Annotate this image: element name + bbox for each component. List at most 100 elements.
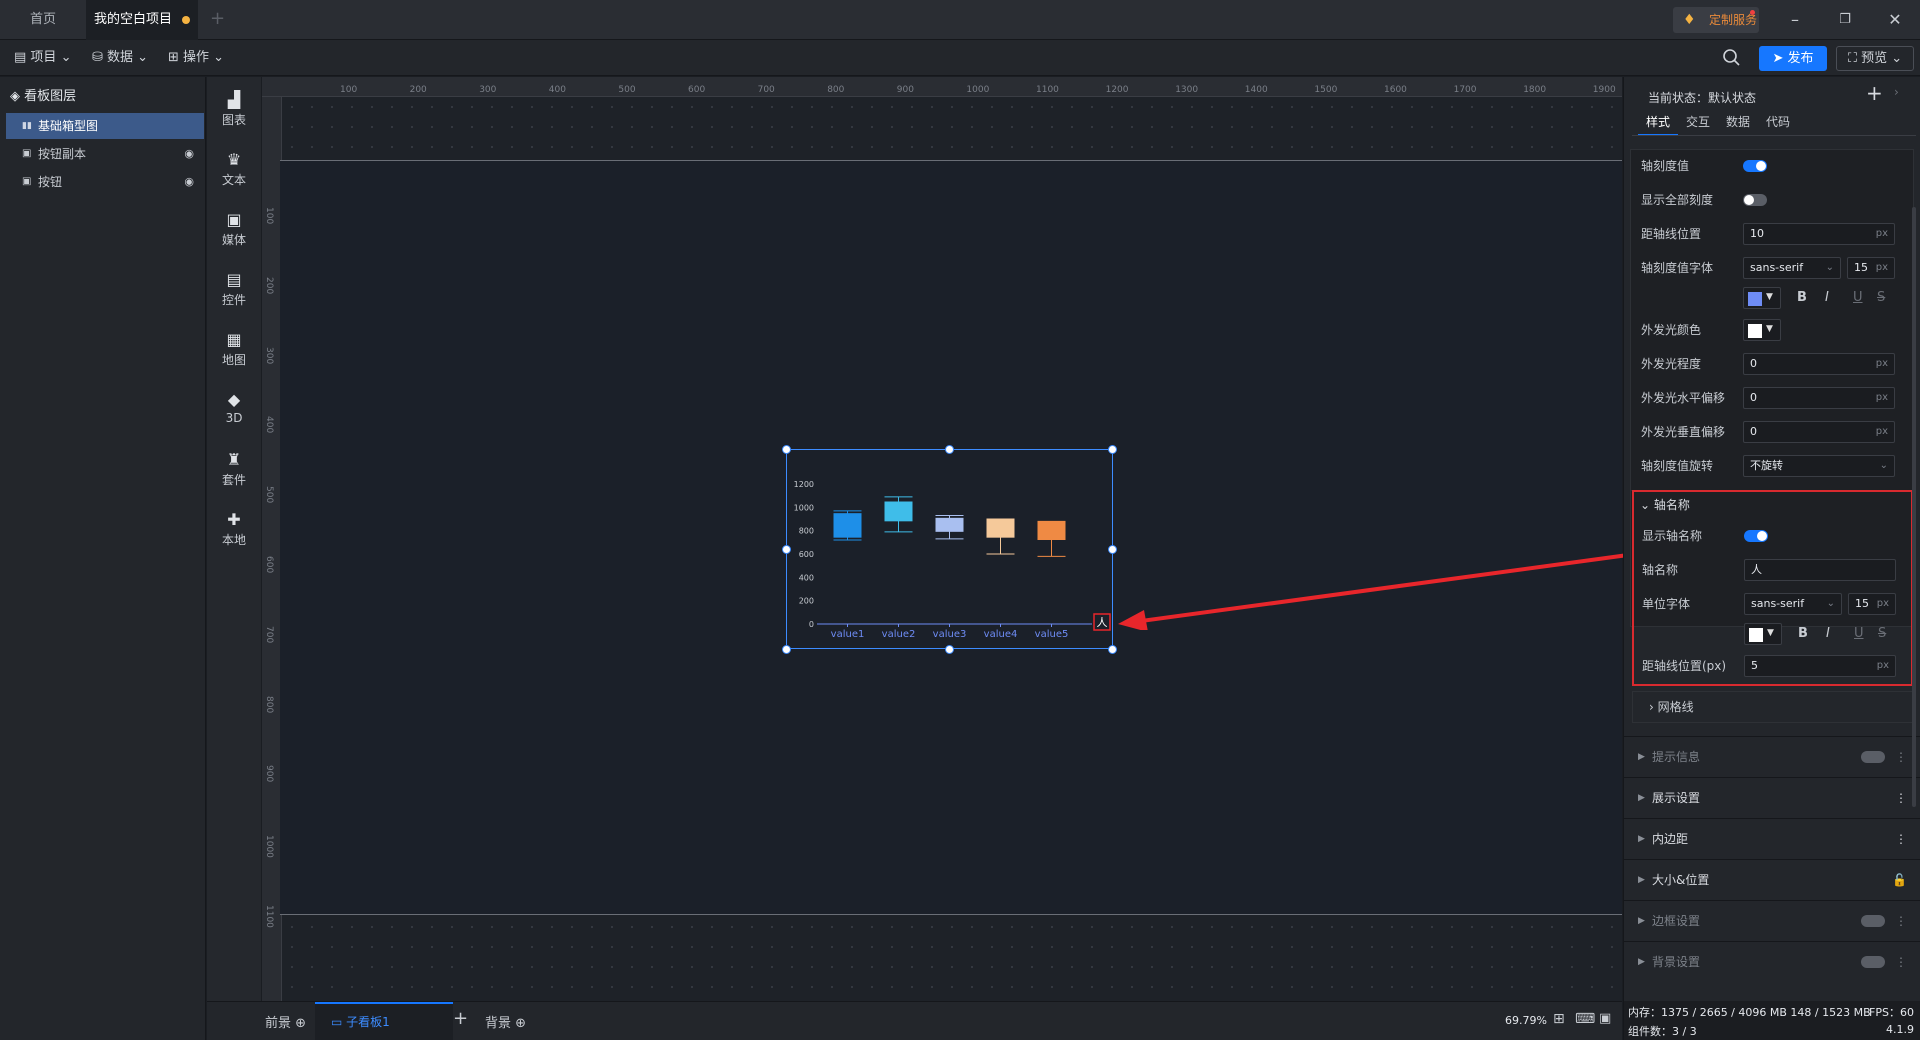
strikethrough-button[interactable]: S	[1877, 286, 1885, 310]
chevron-right-icon[interactable]: ›	[1894, 85, 1899, 99]
section-border[interactable]: ▶ 边框设置 ⋮	[1624, 900, 1920, 940]
eye-hidden-icon[interactable]: ◉	[184, 169, 194, 195]
glow-v-input[interactable]: 0 px	[1743, 421, 1895, 443]
menu-project[interactable]: ▤ 项目 ⌄	[14, 40, 71, 76]
preview-button[interactable]: ⛶ 预览 ⌄	[1836, 46, 1914, 71]
more-icon[interactable]: ⋮	[1895, 819, 1907, 859]
tab-code[interactable]: 代码	[1758, 110, 1798, 136]
axis-distance-input[interactable]: 10 px	[1743, 223, 1895, 245]
show-all-ticks-toggle[interactable]	[1743, 194, 1767, 206]
layer-item-button-copy[interactable]: ▣ 按钮副本 ◉	[6, 141, 204, 167]
underline-button[interactable]: U	[1854, 622, 1864, 646]
comp-chart[interactable]: ▟ 图表	[207, 89, 261, 139]
section-size-position[interactable]: ▶ 大小&位置 🔓	[1624, 859, 1920, 899]
add-tab-icon[interactable]: +	[210, 8, 225, 29]
unit-color-picker[interactable]: ▼	[1744, 623, 1782, 645]
resize-handle-b[interactable]	[945, 645, 954, 654]
border-toggle[interactable]	[1861, 915, 1885, 927]
resize-handle-bl[interactable]	[782, 645, 791, 654]
section-display[interactable]: ▶ 展示设置 ⋮	[1624, 777, 1920, 817]
section-tooltip[interactable]: ▶ 提示信息 ⋮	[1624, 736, 1920, 776]
show-axis-name-toggle[interactable]	[1744, 530, 1768, 542]
unit-font-size-input[interactable]: 15 px	[1848, 593, 1896, 615]
bold-button[interactable]: B	[1797, 286, 1807, 310]
lock-icon[interactable]: 🔓	[1892, 860, 1907, 900]
comp-media[interactable]: ▣ 媒体	[207, 209, 261, 259]
section-controls: ⋮	[1861, 942, 1907, 982]
tab-project[interactable]: 我的空白项目	[86, 0, 198, 40]
layers-title-text: 看板图层	[24, 89, 77, 104]
resize-handle-t[interactable]	[945, 445, 954, 454]
comp-local[interactable]: ✚ 本地	[207, 509, 261, 559]
y-tick-label: 1000	[794, 503, 814, 512]
tab-interaction[interactable]: 交互	[1678, 110, 1718, 136]
add-circle-icon[interactable]: ⊕	[295, 1016, 306, 1031]
close-icon[interactable]: ✕	[1870, 0, 1920, 40]
tab-data[interactable]: 数据	[1718, 110, 1758, 136]
tick-value-toggle[interactable]	[1743, 160, 1767, 172]
terminal-icon[interactable]: ▣	[1599, 1011, 1611, 1026]
comp-map[interactable]: ▦ 地图	[207, 329, 261, 379]
tab-style[interactable]: 样式	[1638, 110, 1678, 136]
background-tab[interactable]: 背景 ⊕	[485, 1012, 526, 1031]
tick-font-select[interactable]: sans-serif ⌄	[1743, 257, 1841, 279]
more-icon[interactable]: ⋮	[1895, 914, 1907, 928]
keyboard-icon[interactable]: ⌨	[1575, 1011, 1595, 1027]
bold-button[interactable]: B	[1798, 622, 1808, 646]
custom-service-button[interactable]: ♦ 定制服务	[1673, 7, 1759, 33]
add-board-icon[interactable]: +	[453, 1008, 468, 1029]
tooltip-toggle[interactable]	[1861, 751, 1885, 763]
resize-handle-br[interactable]	[1108, 645, 1117, 654]
more-icon[interactable]: ⋮	[1895, 778, 1907, 818]
minimize-icon[interactable]: –	[1770, 0, 1820, 40]
gridline-section[interactable]: › 网格线	[1632, 691, 1913, 723]
button-icon: ▣	[22, 148, 32, 159]
value: 人	[1751, 563, 1762, 576]
resize-handle-tl[interactable]	[782, 445, 791, 454]
eye-hidden-icon[interactable]: ◉	[184, 141, 194, 167]
zoom-level[interactable]: 69.79%	[1505, 1014, 1547, 1027]
axis-name-header[interactable]: ⌄ 轴名称	[1640, 496, 1690, 513]
layer-item-button[interactable]: ▣ 按钮 ◉	[6, 169, 204, 195]
tab-home[interactable]: 首页	[0, 0, 86, 40]
comp-suite[interactable]: ♜ 套件	[207, 449, 261, 499]
tick-font-size-input[interactable]: 15 px	[1847, 257, 1895, 279]
publish-button[interactable]: ➤ 发布	[1759, 46, 1827, 71]
restore-icon[interactable]: ❐	[1820, 0, 1870, 40]
tick-color-picker[interactable]: ▼	[1743, 287, 1781, 309]
italic-button[interactable]: I	[1825, 286, 1829, 310]
menu-operation[interactable]: ⊞ 操作 ⌄	[168, 40, 224, 76]
add-state-icon[interactable]: +	[1866, 81, 1883, 105]
comp-control[interactable]: ▤ 控件	[207, 269, 261, 319]
unit-font-select[interactable]: sans-serif ⌄	[1744, 593, 1842, 615]
panel-scrollbar[interactable]	[1912, 207, 1916, 807]
section-background[interactable]: ▶ 背景设置 ⋮	[1624, 941, 1920, 981]
unit: px	[1875, 358, 1888, 369]
add-circle-icon[interactable]: ⊕	[515, 1016, 526, 1031]
axis-name-distance-input[interactable]: 5 px	[1744, 655, 1896, 677]
glow-color-picker[interactable]: ▼	[1743, 319, 1781, 341]
foreground-tab[interactable]: 前景 ⊕	[265, 1012, 306, 1031]
more-icon[interactable]: ⋮	[1895, 955, 1907, 969]
section-padding[interactable]: ▶ 内边距 ⋮	[1624, 818, 1920, 858]
glow-level-input[interactable]: 0 px	[1743, 353, 1895, 375]
underline-button[interactable]: U	[1853, 286, 1863, 310]
italic-button[interactable]: I	[1826, 622, 1830, 646]
more-icon[interactable]: ⋮	[1895, 750, 1907, 764]
resize-handle-l[interactable]	[782, 545, 791, 554]
background-toggle[interactable]	[1861, 956, 1885, 968]
comp-text[interactable]: ♛ 文本	[207, 149, 261, 199]
strikethrough-button[interactable]: S	[1878, 622, 1886, 646]
axis-name-input[interactable]: 人	[1744, 559, 1896, 581]
layer-item-boxplot[interactable]: ▮▮ 基础箱型图	[6, 113, 204, 139]
search-icon[interactable]	[1720, 46, 1742, 68]
resize-handle-tr[interactable]	[1108, 445, 1117, 454]
glow-h-input[interactable]: 0 px	[1743, 387, 1895, 409]
comp-3d[interactable]: ◆ 3D	[207, 389, 261, 439]
menu-data[interactable]: ⛁ 数据 ⌄	[92, 40, 148, 76]
fit-screen-icon[interactable]: ⊞	[1553, 1011, 1565, 1027]
color-swatch	[1748, 324, 1762, 338]
tick-rotate-select[interactable]: 不旋转 ⌄	[1743, 455, 1895, 477]
boxplot-widget[interactable]: 0 200 400 600 800 1000 1200 value1 value2 value3 v…	[782, 445, 1117, 654]
sub-board-tab[interactable]: ▭ 子看板1	[315, 1002, 453, 1040]
